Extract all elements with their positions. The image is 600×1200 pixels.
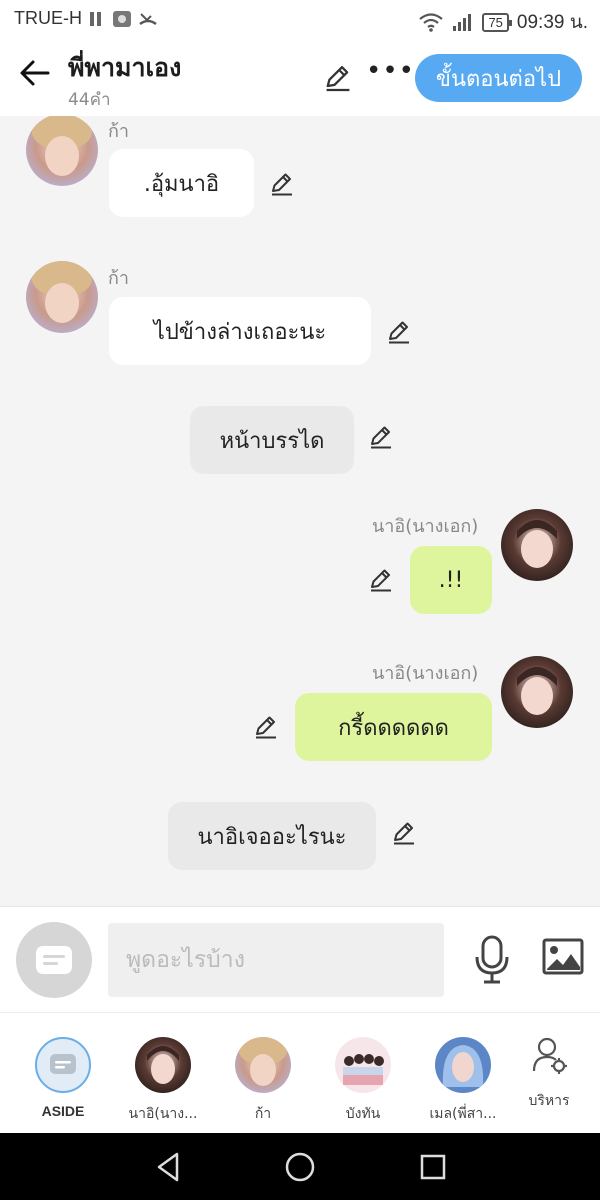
avatar-nai[interactable] bbox=[501, 656, 573, 728]
system-nav-bar bbox=[0, 1133, 600, 1200]
nav-home-icon[interactable] bbox=[283, 1150, 317, 1184]
aside-avatar bbox=[35, 1037, 91, 1093]
chat-area[interactable]: ก้า .อุ้มนาอิ ก้า ไปข้างล่างเถอะนะ หน้าบ… bbox=[0, 116, 600, 906]
nav-back-icon[interactable] bbox=[152, 1150, 186, 1184]
edit-message-icon[interactable] bbox=[268, 170, 296, 198]
header: พี่พามาเอง 44คำ ••• ขั้นตอนต่อไป bbox=[0, 40, 600, 116]
microphone-icon[interactable] bbox=[474, 935, 510, 985]
word-count: 44คำ bbox=[68, 90, 111, 110]
character-name: ASIDE bbox=[41, 1103, 85, 1119]
character-name: นาอิ(นาง... bbox=[128, 1106, 198, 1122]
battery-indicator: 75 bbox=[482, 12, 513, 32]
manage-label: บริหาร bbox=[528, 1093, 570, 1109]
sender-name: ก้า bbox=[108, 268, 130, 289]
edit-message-icon[interactable] bbox=[390, 819, 418, 847]
message-bubble[interactable]: กรี้ดดดดดด bbox=[295, 693, 492, 761]
edit-message-icon[interactable] bbox=[367, 423, 395, 451]
edit-message-icon[interactable] bbox=[367, 566, 395, 594]
character-bangtan[interactable]: บังทัน bbox=[308, 1013, 418, 1134]
story-title: พี่พามาเอง bbox=[68, 53, 182, 82]
sender-name: นาอิ(นางเอก) bbox=[372, 516, 479, 537]
character-nai[interactable]: นาอิ(นาง... bbox=[108, 1013, 218, 1134]
input-bar bbox=[0, 906, 600, 1012]
edit-message-icon[interactable] bbox=[252, 713, 280, 741]
character-avatar bbox=[435, 1037, 491, 1093]
character-ka[interactable]: ก้า bbox=[208, 1013, 318, 1134]
next-step-button[interactable]: ขั้นตอนต่อไป bbox=[415, 54, 582, 102]
image-icon[interactable] bbox=[542, 937, 584, 977]
message-text: ไปข้างล่างเถอะนะ bbox=[153, 319, 327, 345]
message-input[interactable] bbox=[108, 923, 444, 997]
notification-icons bbox=[86, 9, 158, 29]
message-text: .!! bbox=[438, 567, 464, 593]
character-name: ก้า bbox=[254, 1106, 272, 1122]
clock: 09:39 น. bbox=[516, 12, 588, 33]
aside-toggle-button[interactable] bbox=[16, 922, 92, 998]
nav-recents-icon[interactable] bbox=[416, 1150, 450, 1184]
narration-bubble[interactable]: นาอิเจออะไรนะ bbox=[168, 802, 376, 870]
avatar-ka[interactable] bbox=[26, 116, 98, 186]
wifi-icon bbox=[419, 13, 444, 32]
more-options-icon[interactable]: ••• bbox=[366, 58, 414, 90]
narration-bubble[interactable]: หน้าบรรได bbox=[190, 406, 354, 474]
edit-message-icon[interactable] bbox=[385, 318, 413, 346]
message-text: กรี้ดดดดดด bbox=[338, 715, 449, 741]
sender-name: ก้า bbox=[108, 121, 130, 142]
status-right: 75 09:39 น. bbox=[418, 7, 588, 37]
signal-icon bbox=[453, 14, 472, 31]
carrier-label: TRUE-H bbox=[14, 8, 82, 28]
manage-characters-button[interactable]: บริหาร bbox=[494, 1013, 600, 1134]
character-aside[interactable]: ASIDE bbox=[8, 1013, 118, 1134]
missed-call-icon bbox=[139, 13, 157, 26]
character-name: บังทัน bbox=[345, 1106, 381, 1122]
photo-notification-icon bbox=[113, 11, 131, 27]
narration-text: หน้าบรรได bbox=[219, 428, 325, 454]
back-arrow-icon[interactable] bbox=[18, 56, 52, 90]
message-bubble[interactable]: ไปข้างล่างเถอะนะ bbox=[109, 297, 371, 365]
chat-bubble-icon bbox=[50, 1054, 76, 1074]
manage-user-icon bbox=[532, 1037, 567, 1074]
message-text: .อุ้มนาอิ bbox=[143, 171, 220, 197]
edit-title-icon[interactable] bbox=[322, 62, 354, 94]
character-bar: ASIDE นาอิ(นาง... ก้า บังทัน เมล(พี่สา..… bbox=[0, 1012, 600, 1133]
character-avatar bbox=[335, 1037, 391, 1093]
status-bar: TRUE-H 75 09:39 น. bbox=[0, 0, 600, 40]
message-bubble[interactable]: .!! bbox=[410, 546, 492, 614]
avatar-nai[interactable] bbox=[501, 509, 573, 581]
narration-text: นาอิเจออะไรนะ bbox=[197, 824, 347, 850]
app-notification-icon bbox=[90, 12, 101, 26]
character-avatar bbox=[235, 1037, 291, 1093]
avatar-ka[interactable] bbox=[26, 261, 98, 333]
chat-bubble-icon bbox=[36, 946, 72, 974]
sender-name: นาอิ(นางเอก) bbox=[372, 663, 479, 684]
character-avatar bbox=[135, 1037, 191, 1093]
message-bubble[interactable]: .อุ้มนาอิ bbox=[109, 149, 254, 217]
